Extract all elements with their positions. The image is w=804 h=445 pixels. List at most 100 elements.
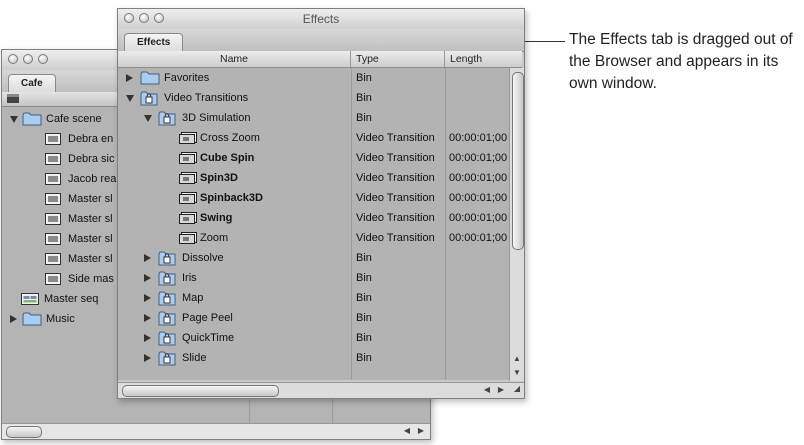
row-name: QuickTime xyxy=(182,332,235,344)
minimize-button[interactable] xyxy=(23,54,33,64)
row-name: Cube Spin xyxy=(200,152,255,164)
scroll-thumb[interactable] xyxy=(6,426,42,438)
row-name: Favorites xyxy=(164,72,210,84)
column-header-length[interactable]: Length xyxy=(445,51,522,67)
effects-list-row[interactable]: Page Peel Bin xyxy=(118,308,522,328)
disclosure-triangle-icon[interactable] xyxy=(144,334,151,342)
row-name: Master sl xyxy=(68,233,113,245)
clip-icon xyxy=(44,252,62,269)
locked-bin-icon xyxy=(158,111,176,128)
row-name: Zoom xyxy=(200,232,229,244)
column-header-type[interactable]: Type xyxy=(351,51,445,67)
effects-list-row[interactable]: Spin3D Video Transition 00:00:01;00 xyxy=(118,168,522,188)
effects-list-row[interactable]: Map Bin xyxy=(118,288,522,308)
disclosure-triangle-icon[interactable] xyxy=(144,314,151,322)
folder-icon xyxy=(22,112,42,129)
row-type: Bin xyxy=(356,332,372,344)
row-name: 3D Simulation xyxy=(182,112,251,124)
row-type: Bin xyxy=(356,352,372,364)
video-transition-icon xyxy=(178,171,198,188)
callout-text: The Effects tab is dragged out of the Br… xyxy=(569,31,793,92)
row-type: Video Transition xyxy=(356,152,435,164)
close-button[interactable] xyxy=(8,54,18,64)
effects-vertical-scrollbar[interactable]: ▲ ▼ xyxy=(509,68,524,381)
video-transition-icon xyxy=(178,191,198,208)
effects-list-row[interactable]: Swing Video Transition 00:00:01;00 xyxy=(118,208,522,228)
resize-grip-icon[interactable]: ◢ xyxy=(511,384,523,393)
effects-item-list: Favorites Bin Video Transitions Bin 3D Simul… xyxy=(118,68,522,380)
scroll-down-arrow[interactable]: ▼ xyxy=(511,368,523,377)
effects-list-row[interactable]: Slide Bin xyxy=(118,348,522,368)
disclosure-triangle-icon[interactable] xyxy=(10,116,18,123)
tab-effects[interactable]: Effects xyxy=(124,33,184,52)
scroll-left-arrow[interactable]: ◀ xyxy=(480,385,494,394)
row-type: Bin xyxy=(356,272,372,284)
disclosure-triangle-icon[interactable] xyxy=(144,115,152,122)
effects-list-row[interactable]: QuickTime Bin xyxy=(118,328,522,348)
row-name: Cafe scene xyxy=(46,113,102,125)
tab-cafe[interactable]: Cafe xyxy=(8,74,56,93)
zoom-button[interactable] xyxy=(38,54,48,64)
row-name: Master sl xyxy=(68,253,113,265)
scroll-up-arrow[interactable]: ▲ xyxy=(511,354,523,363)
disclosure-triangle-icon[interactable] xyxy=(126,95,134,102)
row-type: Video Transition xyxy=(356,192,435,204)
row-name: Map xyxy=(182,292,204,304)
row-name: Debra sic xyxy=(68,153,115,165)
scroll-thumb[interactable] xyxy=(512,72,524,250)
effects-horizontal-scrollbar[interactable]: ◀ ▶ ◢ xyxy=(118,382,524,398)
row-type: Video Transition xyxy=(356,232,435,244)
video-transition-icon xyxy=(178,131,198,148)
clip-icon xyxy=(44,212,62,229)
locked-bin-icon xyxy=(158,311,176,328)
disclosure-triangle-icon[interactable] xyxy=(10,315,17,323)
effects-list-row[interactable]: Favorites Bin xyxy=(118,68,522,88)
row-name: Jacob rea xyxy=(68,173,117,185)
scroll-left-arrow[interactable]: ◀ xyxy=(400,426,414,435)
locked-bin-icon xyxy=(158,251,176,268)
callout-leader-line xyxy=(525,41,565,42)
row-name: Page Peel xyxy=(182,312,233,324)
locked-bin-icon xyxy=(158,331,176,348)
row-name: Spin3D xyxy=(200,172,238,184)
row-name: Side mas xyxy=(68,273,114,285)
effects-list-row[interactable]: Iris Bin xyxy=(118,268,522,288)
scroll-right-arrow[interactable]: ▶ xyxy=(414,426,428,435)
video-transition-icon xyxy=(178,211,198,228)
sequence-icon xyxy=(20,292,40,309)
browser-horizontal-scrollbar[interactable]: ◀ ▶ xyxy=(2,423,430,439)
effects-list-row[interactable]: Spinback3D Video Transition 00:00:01;00 xyxy=(118,188,522,208)
row-name: Video Transitions xyxy=(164,92,249,104)
row-name: Slide xyxy=(182,352,207,364)
row-name: Swing xyxy=(200,212,233,224)
disclosure-triangle-icon[interactable] xyxy=(144,254,151,262)
effects-list-row[interactable]: 3D Simulation Bin xyxy=(118,108,522,128)
effects-list-row[interactable]: Zoom Video Transition 00:00:01;00 xyxy=(118,228,522,248)
row-type: Video Transition xyxy=(356,212,435,224)
row-name: Master sl xyxy=(68,193,113,205)
row-name: Iris xyxy=(182,272,197,284)
row-name: Master seq xyxy=(44,293,99,305)
column-header-row: Name Type Length xyxy=(118,51,522,68)
effects-list-row[interactable]: Cube Spin Video Transition 00:00:01;00 xyxy=(118,148,522,168)
row-type: Bin xyxy=(356,92,372,104)
clip-icon xyxy=(44,172,62,189)
window-title: Effects xyxy=(302,12,340,26)
row-type: Bin xyxy=(356,72,372,84)
effects-titlebar[interactable]: Effects xyxy=(118,9,524,30)
locked-bin-icon xyxy=(158,351,176,368)
scroll-thumb[interactable] xyxy=(122,385,279,397)
video-transition-icon xyxy=(178,151,198,168)
clip-icon xyxy=(44,192,62,209)
column-header-name[interactable]: Name xyxy=(118,51,351,67)
disclosure-triangle-icon[interactable] xyxy=(144,354,151,362)
effects-list-row[interactable]: Dissolve Bin xyxy=(118,248,522,268)
effects-list-row[interactable]: Video Transitions Bin xyxy=(118,88,522,108)
disclosure-triangle-icon[interactable] xyxy=(126,74,133,82)
effects-tab-strip: Effects xyxy=(118,29,524,52)
disclosure-triangle-icon[interactable] xyxy=(144,294,151,302)
scroll-right-arrow[interactable]: ▶ xyxy=(494,385,508,394)
row-type: Bin xyxy=(356,292,372,304)
disclosure-triangle-icon[interactable] xyxy=(144,274,151,282)
effects-list-row[interactable]: Cross Zoom Video Transition 00:00:01;00 xyxy=(118,128,522,148)
